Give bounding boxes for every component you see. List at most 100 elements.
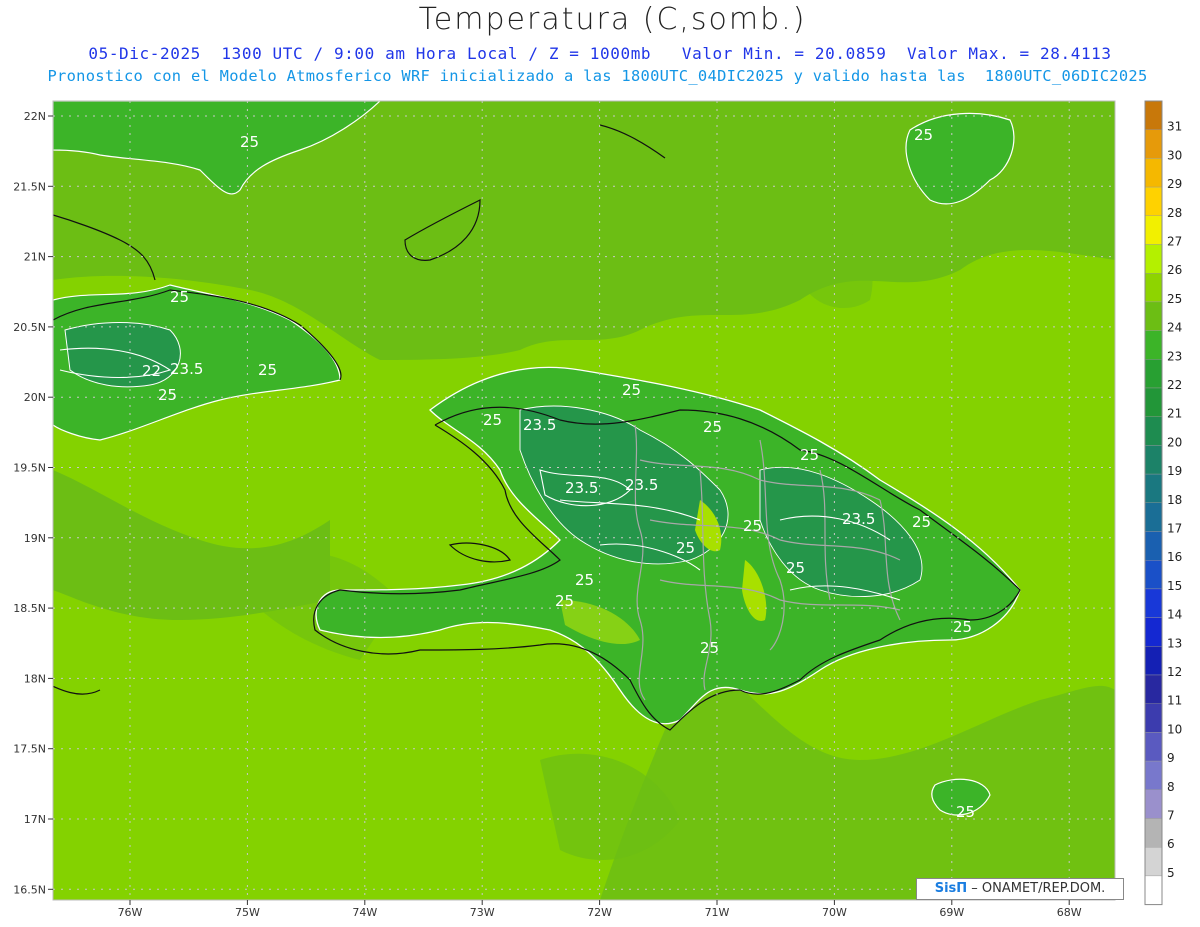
contour-label: 25	[258, 361, 277, 379]
contour-label: 25	[158, 386, 177, 404]
colorbar-swatch	[1144, 273, 1163, 303]
lat-tick-label: 17N	[24, 813, 46, 826]
colorbar-label: 29	[1167, 177, 1182, 191]
colorbar-swatch	[1144, 789, 1163, 819]
lat-tick-label: 17.5N	[13, 743, 46, 756]
colorbar-swatch	[1144, 445, 1163, 475]
colorbar-label: 20	[1167, 435, 1182, 449]
credit-box: SisΠ – ONAMET/REP.DOM.	[916, 878, 1124, 900]
lon-tick-label: 72W	[587, 906, 612, 919]
colorbar-swatch	[1144, 674, 1163, 704]
colorbar-swatch	[1144, 100, 1163, 130]
lon-tick-label: 75W	[235, 906, 260, 919]
colorbar-label: 14	[1167, 608, 1182, 622]
contour-label: 25	[170, 288, 189, 306]
colorbar-label: 22	[1167, 378, 1182, 392]
colorbar-swatch	[1144, 732, 1163, 762]
lat-tick-label: 21N	[24, 251, 46, 264]
longitude-axis: 76W 75W 74W 73W 72W 71W 70W 69W 68W	[118, 900, 1082, 919]
lat-tick-label: 16.5N	[13, 883, 46, 896]
colorbar-label: 5	[1167, 866, 1175, 880]
contour-label: 25	[700, 639, 719, 657]
lat-tick-label: 20.5N	[13, 321, 46, 334]
contour-label: 23.5	[625, 476, 658, 494]
contour-label: 25	[676, 539, 695, 557]
contour-label: 23.5	[523, 416, 556, 434]
lat-tick-label: 19.5N	[13, 462, 46, 475]
colorbar-swatch	[1144, 502, 1163, 532]
colorbar-label: 13	[1167, 636, 1182, 650]
lon-tick-label: 73W	[470, 906, 495, 919]
contour-label: 25	[953, 618, 972, 636]
colorbar-swatch	[1144, 387, 1163, 417]
colorbar-swatch	[1144, 158, 1163, 188]
lat-tick-label: 19N	[24, 532, 46, 545]
colorbar-label: 9	[1167, 751, 1175, 765]
lat-tick-label: 18.5N	[13, 602, 46, 615]
colorbar-label: 12	[1167, 665, 1182, 679]
colorbar-label: 7	[1167, 809, 1175, 823]
colorbar-label: 28	[1167, 206, 1182, 220]
contour-label: 25	[912, 513, 931, 531]
lat-tick-label: 22N	[24, 110, 46, 123]
colorbar-swatch	[1144, 703, 1163, 733]
contour-label: 25	[800, 446, 819, 464]
contour-label: 25	[956, 803, 975, 821]
colorbar-label: 24	[1167, 321, 1182, 335]
colorbar-label: 26	[1167, 263, 1182, 277]
colorbar-swatch	[1144, 416, 1163, 446]
colorbar-label: 15	[1167, 579, 1182, 593]
lon-tick-label: 70W	[822, 906, 847, 919]
lat-tick-label: 21.5N	[13, 180, 46, 193]
colorbar-swatch	[1144, 301, 1163, 331]
colorbar-swatch	[1144, 186, 1163, 217]
contour-label: 23.5	[565, 479, 598, 497]
contour-label: 25	[743, 517, 762, 535]
contour-label: 25	[555, 592, 574, 610]
colorbar: 31 30 29 28 27 26 25 24 23 22 21 20 19 18 17 16 15 14 13 12…	[1144, 100, 1182, 906]
colorbar-swatch	[1144, 215, 1163, 245]
colorbar-label: 25	[1167, 292, 1182, 306]
contour-label: 23.5	[170, 360, 203, 378]
colorbar-label: 27	[1167, 235, 1182, 249]
colorbar-label: 31	[1167, 120, 1182, 134]
colorbar-swatch	[1144, 818, 1163, 848]
contour-label: 25	[914, 126, 933, 144]
contour-label: 25	[575, 571, 594, 589]
contour-label: 25	[240, 133, 259, 151]
colorbar-swatch	[1144, 560, 1163, 590]
colorbar-label: 30	[1167, 148, 1182, 162]
colorbar-label: 21	[1167, 407, 1182, 421]
contour-label: 22	[142, 362, 161, 380]
contour-label: 25	[786, 559, 805, 577]
colorbar-swatch	[1144, 847, 1163, 877]
latitude-axis: 22N 21.5N 21N 20.5N 20N 19.5N 19N 18.5N 18N 17.5N…	[13, 110, 53, 896]
colorbar-swatch	[1144, 646, 1163, 676]
colorbar-swatch	[1144, 244, 1163, 274]
colorbar-label: 8	[1167, 780, 1175, 794]
colorbar-swatch	[1144, 330, 1163, 360]
colorbar-swatch	[1144, 760, 1163, 790]
colorbar-swatch	[1144, 875, 1163, 905]
lat-tick-label: 18N	[24, 672, 46, 685]
lon-tick-label: 71W	[705, 906, 730, 919]
colorbar-label: 23	[1167, 349, 1182, 363]
map-plot-area: 252523.522 2525 2525 23.5 2523.5 23.5252525 23…	[53, 101, 1115, 900]
contour-label: 25	[703, 418, 722, 436]
credit-text: – ONAMET/REP.DOM.	[967, 881, 1106, 896]
colorbar-swatch	[1144, 129, 1163, 159]
colorbar-label: 17	[1167, 522, 1182, 536]
colorbar-label: 6	[1167, 837, 1175, 851]
temperature-map: 252523.522 2525 2525 23.5 2523.5 23.5252525 23…	[13, 100, 1182, 919]
contour-label: 23.5	[842, 510, 875, 528]
lon-tick-label: 69W	[939, 906, 964, 919]
colorbar-label: 19	[1167, 464, 1182, 478]
colorbar-label: 16	[1167, 550, 1182, 564]
contour-label: 25	[483, 411, 502, 429]
colorbar-label: 11	[1167, 694, 1182, 708]
lon-tick-label: 74W	[352, 906, 377, 919]
colorbar-swatch	[1144, 617, 1163, 647]
colorbar-label: 10	[1167, 722, 1182, 736]
colorbar-swatch	[1144, 531, 1163, 561]
sispi-logo: SisΠ	[934, 881, 968, 896]
